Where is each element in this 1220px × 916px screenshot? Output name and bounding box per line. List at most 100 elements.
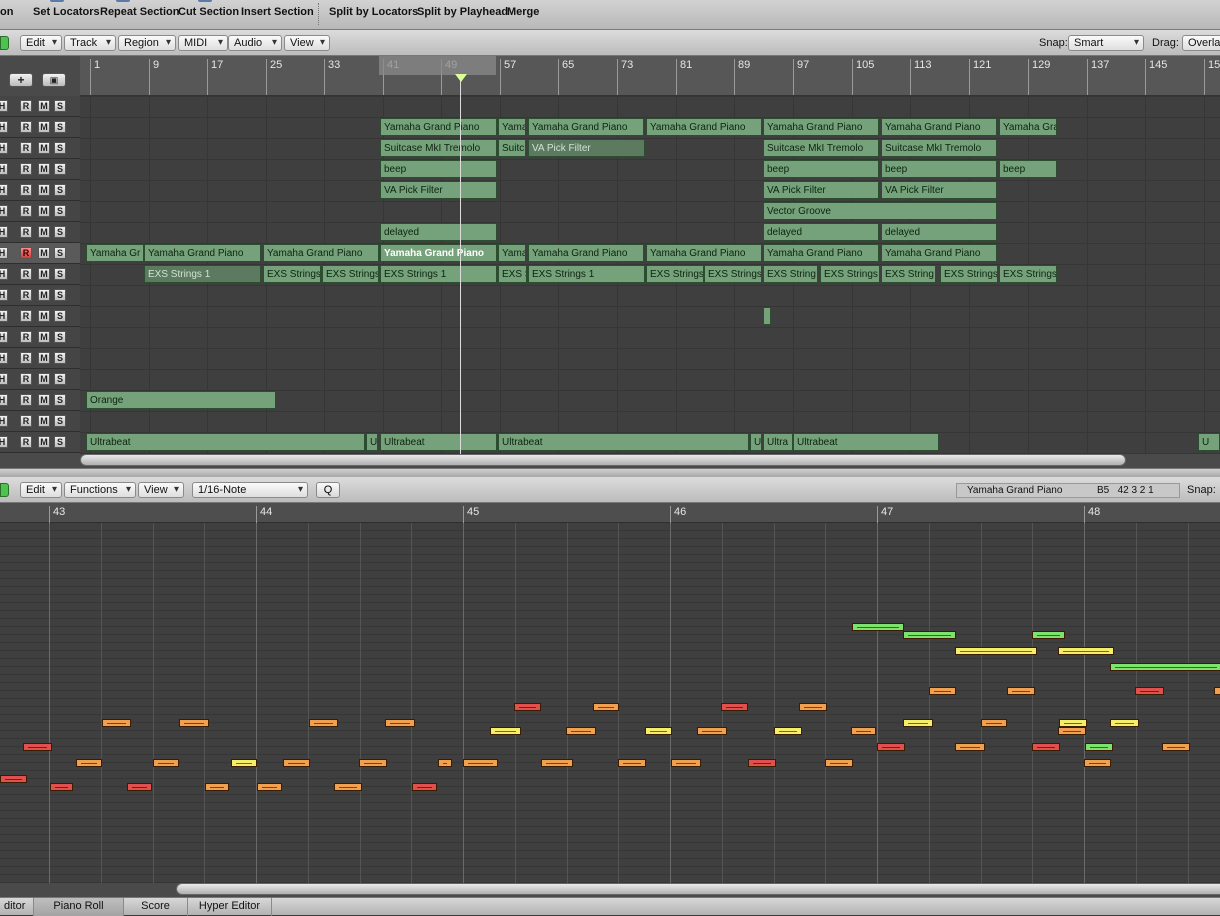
midi-note[interactable] [645,727,672,735]
arrange-region[interactable]: EXS Strings [820,265,880,283]
snap-select[interactable]: Smart [1068,35,1144,51]
midi-note[interactable] [385,719,415,727]
midi-note[interactable] [1110,719,1139,727]
track-record-button[interactable]: R [20,394,32,406]
arrange-region[interactable]: Yamaha Grand Piano [646,244,762,262]
track-header-row[interactable]: HRMS [0,243,80,264]
track-mute-button[interactable]: M [38,352,50,364]
arrange-region[interactable] [763,307,771,325]
track-hide-button[interactable]: H [0,268,8,280]
track-hide-button[interactable]: H [0,100,8,112]
midi-note[interactable] [1162,743,1190,751]
pr-view-menu[interactable]: View [138,482,184,498]
track-record-button[interactable]: R [20,247,32,259]
track-record-button[interactable]: R [20,121,32,133]
track-mute-button[interactable]: M [38,394,50,406]
track-solo-button[interactable]: S [54,394,66,406]
track-header-row[interactable]: HRMS [0,327,80,348]
midi-note[interactable] [799,703,827,711]
track-record-button[interactable]: R [20,100,32,112]
midi-note[interactable] [1058,727,1086,735]
track-hide-button[interactable]: H [0,247,8,259]
cut-section-button[interactable]: Cut Section [178,6,239,18]
midi-note[interactable] [257,783,282,791]
midi-note[interactable] [309,719,338,727]
track-header-row[interactable]: HRMS [0,201,80,222]
merge-button[interactable]: Merge [507,6,539,18]
arrange-ruler[interactable]: 1917253341495765738189971051131211291371… [80,56,1220,96]
midi-note[interactable] [541,759,573,767]
arrange-region[interactable]: Yamaha Gr [86,244,144,262]
track-mute-button[interactable]: M [38,205,50,217]
arrange-region[interactable]: VA Pick Filter [763,181,879,199]
track-hide-button[interactable]: H [0,226,8,238]
set-locators-button[interactable]: Set Locators [33,6,100,18]
track-solo-button[interactable]: S [54,205,66,217]
link-button[interactable] [0,36,9,50]
track-header-row[interactable]: HRMS [0,117,80,138]
arrange-region[interactable]: Yamaha Grand Piano [528,118,644,136]
arrange-region[interactable]: VA Pick Filter [380,181,497,199]
arrange-region[interactable]: delayed [380,223,497,241]
arrange-region[interactable]: Yamaha Grand Piano [263,244,379,262]
playhead-marker[interactable] [455,74,467,82]
midi-note[interactable] [412,783,437,791]
track-solo-button[interactable]: S [54,352,66,364]
arrange-region[interactable]: Yamaha Grand Piano [763,244,879,262]
quantize-button[interactable]: Q [316,482,340,498]
track-header-row[interactable]: HRMS [0,390,80,411]
arrange-region[interactable]: EXS String [763,265,818,283]
midi-note[interactable] [748,759,776,767]
arrange-region[interactable]: Yamaha Grand Piano [144,244,261,262]
midi-note[interactable] [179,719,209,727]
track-solo-button[interactable]: S [54,436,66,448]
arrange-region[interactable]: EXS String [881,265,936,283]
arrange-region[interactable]: Yamaha Grand Piano [380,244,497,262]
midi-note[interactable] [438,759,452,767]
track-header-row[interactable]: HRMS [0,285,80,306]
track-record-button[interactable]: R [20,163,32,175]
track-mute-button[interactable]: M [38,226,50,238]
track-mute-button[interactable]: M [38,184,50,196]
midi-note[interactable] [1084,759,1111,767]
view-menu[interactable]: View [284,35,330,51]
midi-note[interactable] [1032,631,1065,639]
track-solo-button[interactable]: S [54,142,66,154]
arrange-region[interactable]: EXS Strings [322,265,379,283]
split-by-playhead-button[interactable]: Split by Playhead [417,6,508,18]
tab-score[interactable]: Score [124,898,188,916]
quantize-select[interactable]: 1/16-Note [192,482,308,498]
track-header-row[interactable]: HRMS [0,222,80,243]
piano-horizontal-scrollbar[interactable] [176,883,1220,895]
arrange-region[interactable]: Suitcase MkI Tremolo [881,139,997,157]
midi-note[interactable] [774,727,802,735]
track-header-row[interactable]: HRMS [0,306,80,327]
audio-menu[interactable]: Audio [228,35,282,51]
midi-note[interactable] [0,775,27,783]
midi-note[interactable] [153,759,179,767]
track-header-row[interactable]: HRMS [0,264,80,285]
arrange-region[interactable]: U [366,433,378,451]
track-hide-button[interactable]: H [0,373,8,385]
midi-note[interactable] [981,719,1007,727]
midi-note[interactable] [1085,743,1113,751]
track-record-button[interactable]: R [20,205,32,217]
arrange-region[interactable]: EXS Strings [704,265,762,283]
midi-note[interactable] [359,759,387,767]
track-solo-button[interactable]: S [54,268,66,280]
track-mute-button[interactable]: M [38,310,50,322]
midi-note[interactable] [1059,719,1087,727]
pr-functions-menu[interactable]: Functions [64,482,136,498]
arrange-region[interactable]: Yamaha Gra [999,118,1057,136]
insert-section-button[interactable]: Insert Section [241,6,314,18]
midi-note[interactable] [334,783,362,791]
midi-menu[interactable]: MIDI [178,35,228,51]
midi-note[interactable] [852,623,904,631]
arrange-region[interactable]: beep [380,160,497,178]
arrange-region[interactable]: Ultrabeat [793,433,939,451]
track-header-row[interactable]: HRMS [0,96,80,117]
track-mute-button[interactable]: M [38,163,50,175]
add-folder-icon[interactable]: ▣ [42,73,66,87]
midi-note[interactable] [825,759,853,767]
midi-note[interactable] [877,743,905,751]
